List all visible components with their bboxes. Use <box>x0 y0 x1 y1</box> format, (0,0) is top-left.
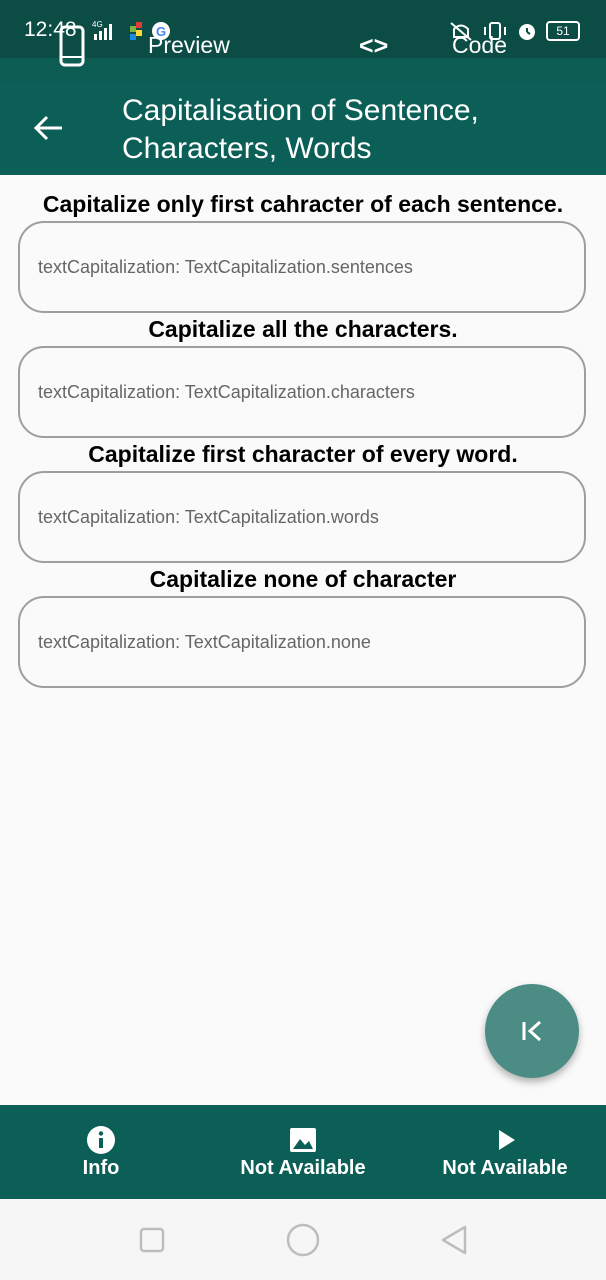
system-navigation-bar <box>0 1199 606 1280</box>
phone-icon[interactable] <box>58 24 86 68</box>
page-title: Capitalisation of Sentence, Characters, … <box>122 94 479 165</box>
field-hint: textCapitalization: TextCapitalization.w… <box>38 507 379 527</box>
signal-icon: 4G <box>92 20 112 40</box>
main-content: Capitalize only first cahracter of each … <box>0 175 606 688</box>
code-icon[interactable]: <> <box>359 32 388 61</box>
section-label: Capitalize none of character <box>149 566 457 592</box>
first-page-fab[interactable] <box>485 984 579 1078</box>
alarm-icon <box>519 24 535 40</box>
tab-preview[interactable]: Preview <box>148 32 230 59</box>
nav-label: Info <box>82 1157 120 1179</box>
section-words: Capitalize first character of every word… <box>0 425 606 563</box>
section-label: Capitalize first character of every word… <box>88 441 518 467</box>
section-none: Capitalize none of character textCapital… <box>0 550 606 688</box>
info-icon <box>87 1126 115 1154</box>
section-sentences: Capitalize only first cahracter of each … <box>0 175 606 313</box>
section-label: Capitalize only first cahracter of each … <box>42 191 564 217</box>
field-hint: textCapitalization: TextCapitalization.n… <box>38 632 371 652</box>
recents-icon[interactable] <box>138 1226 166 1254</box>
field-hint: textCapitalization: TextCapitalization.s… <box>38 257 413 277</box>
play-icon <box>499 1130 515 1150</box>
network-label: 4G <box>92 20 103 29</box>
nav-item-play[interactable]: Not Available <box>404 1105 606 1199</box>
nav-label: Not Available <box>240 1157 366 1179</box>
battery-indicator: 51 <box>546 21 580 41</box>
tab-code[interactable]: Code <box>452 32 507 59</box>
image-icon <box>290 1128 316 1152</box>
section-label: Capitalize all the characters. <box>148 316 458 342</box>
field-hint: textCapitalization: TextCapitalization.c… <box>38 382 415 402</box>
status-bar: 12:48 4G G 51 Preview <> Code <box>0 0 606 82</box>
home-icon[interactable] <box>286 1223 320 1257</box>
top-tabs-strip <box>0 58 606 82</box>
back-nav-icon[interactable] <box>438 1224 470 1256</box>
text-field-none[interactable]: textCapitalization: TextCapitalization.n… <box>18 596 586 688</box>
bottom-nav: Info Not Available Not Available <box>0 1105 606 1199</box>
nav-label: Not Available <box>442 1157 568 1179</box>
section-characters: Capitalize all the characters. textCapit… <box>0 300 606 438</box>
back-arrow-icon[interactable] <box>28 108 68 148</box>
nav-item-info[interactable]: Info <box>0 1105 202 1199</box>
nav-item-image[interactable]: Not Available <box>202 1105 404 1199</box>
app-bar: Capitalisation of Sentence, Characters, … <box>0 82 606 175</box>
first-page-icon <box>522 1020 542 1042</box>
